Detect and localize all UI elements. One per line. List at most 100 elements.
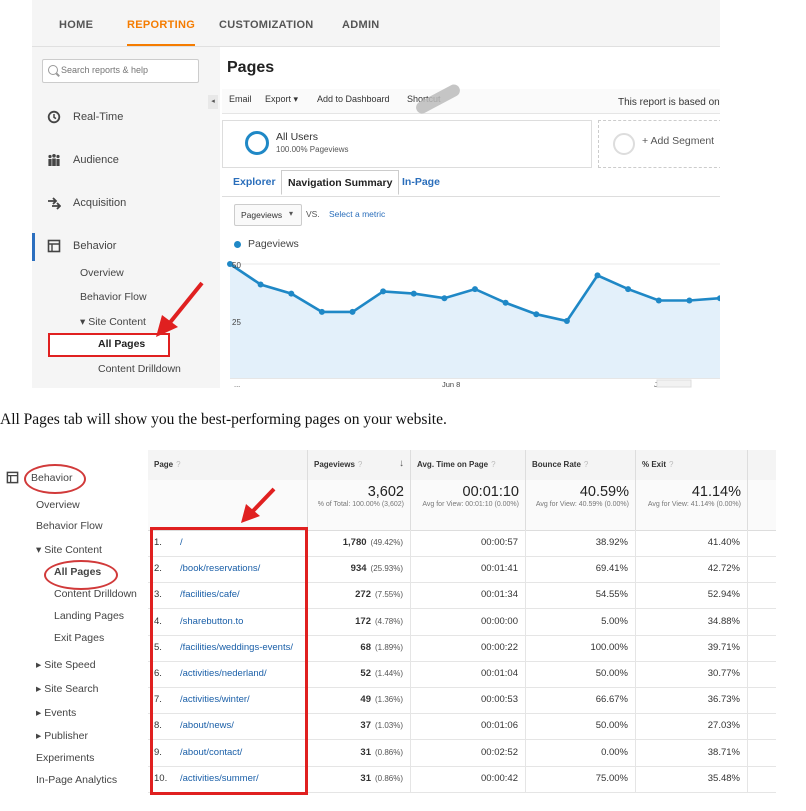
exit-cell: 27.03% (636, 713, 748, 740)
sidebar-item-overview[interactable]: Overview (36, 499, 80, 511)
add-segment-button[interactable]: + Add Segment (598, 120, 720, 168)
page-column-highlight-box (150, 527, 308, 795)
sidebar-item-site-speed[interactable]: ▸ Site Speed (36, 659, 96, 671)
bounce-rate-cell: 75.00% (526, 765, 636, 792)
column-header-page[interactable]: Page? (148, 450, 308, 480)
sidebar-item-real-time[interactable]: Real-Time (32, 107, 220, 129)
pageviews-cell: 172 (4.78%) (308, 608, 411, 635)
tab-explorer[interactable]: Explorer (233, 176, 276, 188)
export-button[interactable]: Export ▾ (265, 94, 298, 105)
sampling-notice: This report is based on (618, 97, 720, 108)
sidebar-item-behavior[interactable]: Behavior (32, 236, 220, 258)
data-point (533, 311, 540, 318)
sidebar-item-behavior-flow[interactable]: Behavior Flow (36, 520, 103, 532)
avg-time-cell: 00:00:22 (411, 634, 526, 661)
column-header-pageviews[interactable]: Pageviews? ↓ (308, 450, 411, 480)
sidebar-item-acquisition[interactable]: Acquisition (32, 193, 220, 215)
chart-scroll-handle (656, 379, 692, 388)
y-tick-label: 50 (232, 261, 241, 270)
sidebar-sub-behavior-flow[interactable]: Behavior Flow (80, 291, 147, 303)
view-tabs: Explorer Navigation Summary In-Page (222, 170, 720, 197)
data-point (655, 297, 662, 304)
tab-in-page[interactable]: In-Page (402, 176, 440, 188)
exit-cell: 39.71% (636, 634, 748, 661)
sidebar-sub-content-drilldown[interactable]: Content Drilldown (98, 363, 181, 375)
sidebar-item-landing-pages[interactable]: Landing Pages (54, 610, 124, 622)
pageviews-cell: 49 (1.36%) (308, 687, 411, 714)
avg-time-cell: 00:00:57 (411, 530, 526, 556)
metric-select-value: Pageviews (241, 210, 283, 220)
column-header-bounce-rate[interactable]: Bounce Rate? (526, 450, 636, 480)
exit-cell: 34.88% (636, 608, 748, 635)
totals-bounce-rate: 40.59% Avg for View: 40.59% (0.00%) (526, 480, 636, 530)
pageviews-cell: 1,780 (49.42%) (308, 530, 411, 556)
caption-text: All Pages tab will show you the best-per… (0, 411, 447, 428)
sidebar-item-site-content[interactable]: ▾ Site Content (36, 544, 102, 556)
sidebar-item-events[interactable]: ▸ Events (36, 707, 76, 719)
bounce-rate-cell: 69.41% (526, 556, 636, 583)
series-area (230, 264, 720, 378)
pageviews-chart: 5025...Jun 8Jun 15 (227, 261, 720, 388)
all-pages-circle-annotation (44, 560, 118, 590)
sidebar-item-label: Behavior (73, 240, 117, 252)
avg-time-cell: 00:00:00 (411, 608, 526, 635)
sidebar-item-label: Acquisition (73, 197, 127, 209)
sort-desc-icon: ↓ (399, 458, 404, 469)
tab-reporting[interactable]: REPORTING (127, 0, 196, 46)
sidebar-item-experiments[interactable]: Experiments (36, 752, 94, 764)
pageviews-cell: 37 (1.03%) (308, 713, 411, 740)
page-title: Pages (227, 59, 275, 76)
select-metric-link[interactable]: Select a metric (329, 209, 385, 219)
sidebar-item-in-page-analytics[interactable]: In-Page Analytics (36, 774, 117, 786)
tab-navigation-summary[interactable]: Navigation Summary (281, 170, 400, 195)
arrows-icon (47, 196, 62, 210)
column-header-avg-time[interactable]: Avg. Time on Page? (411, 450, 526, 480)
avg-time-cell: 00:01:34 (411, 582, 526, 609)
bounce-rate-cell: 100.00% (526, 634, 636, 661)
metric-select[interactable]: Pageviews ▾ (234, 204, 302, 226)
column-header-exit[interactable]: % Exit? (636, 450, 748, 480)
bounce-rate-cell: 50.00% (526, 713, 636, 740)
sidebar-item-content-drilldown[interactable]: Content Drilldown (54, 588, 137, 600)
avg-time-cell: 00:00:42 (411, 765, 526, 792)
reporting-sidebar: Real-Time Audience Acquisition Behavior … (32, 47, 220, 388)
search-icon (48, 65, 58, 75)
sidebar-item-audience[interactable]: Audience (32, 150, 220, 172)
report-main: Pages Email Export ▾ Add to Dashboard Sh… (222, 47, 720, 388)
x-tick-label: ... (234, 380, 240, 388)
exit-cell: 36.73% (636, 687, 748, 714)
bounce-rate-cell: 0.00% (526, 739, 636, 766)
tab-admin[interactable]: ADMIN (342, 0, 380, 46)
sidebar-item-site-search[interactable]: ▸ Site Search (36, 683, 98, 695)
sidebar-item-label: Real-Time (73, 111, 124, 123)
segment-all-users[interactable]: All Users 100.00% Pageviews (222, 120, 592, 168)
pageviews-cell: 68 (1.89%) (308, 634, 411, 661)
sidebar-item-exit-pages[interactable]: Exit Pages (54, 632, 104, 644)
ga-pages-report-screenshot: HOME REPORTING CUSTOMIZATION ADMIN Real-… (32, 0, 720, 388)
bounce-rate-cell: 50.00% (526, 661, 636, 687)
report-action-bar: Email Export ▾ Add to Dashboard Shortcut… (222, 82, 720, 116)
sidebar-item-label: Audience (73, 154, 119, 166)
search-box[interactable] (42, 59, 199, 83)
all-pages-label: All Pages (98, 338, 146, 350)
tab-customization[interactable]: CUSTOMIZATION (219, 0, 314, 46)
ga-all-pages-table-screenshot: Behavior Overview Behavior Flow ▾ Site Con… (0, 450, 780, 800)
sidebar-item-publisher[interactable]: ▸ Publisher (36, 730, 88, 742)
totals-avg-time: 00:01:10 Avg for View: 00:01:10 (0.00%) (411, 480, 526, 530)
pageviews-cell: 934 (25.93%) (308, 556, 411, 583)
sidebar-sub-overview[interactable]: Overview (80, 267, 124, 279)
tab-home[interactable]: HOME (59, 0, 93, 46)
data-point (318, 308, 325, 315)
data-point (257, 281, 264, 288)
pageviews-cell: 272 (7.55%) (308, 582, 411, 609)
sidebar-sub-site-content[interactable]: ▾ Site Content (80, 316, 146, 328)
exit-cell: 52.94% (636, 582, 748, 609)
data-point (288, 290, 295, 297)
behavior-sidebar: Behavior Overview Behavior Flow ▾ Site Con… (0, 450, 148, 800)
sidebar-item-behavior[interactable]: Behavior (31, 472, 72, 484)
email-button[interactable]: Email (229, 94, 252, 104)
legend-label: Pageviews (248, 238, 299, 250)
search-input[interactable] (61, 65, 186, 75)
add-to-dashboard-button[interactable]: Add to Dashboard (317, 94, 390, 104)
collapse-sidebar-button[interactable]: ◂ (208, 95, 218, 109)
